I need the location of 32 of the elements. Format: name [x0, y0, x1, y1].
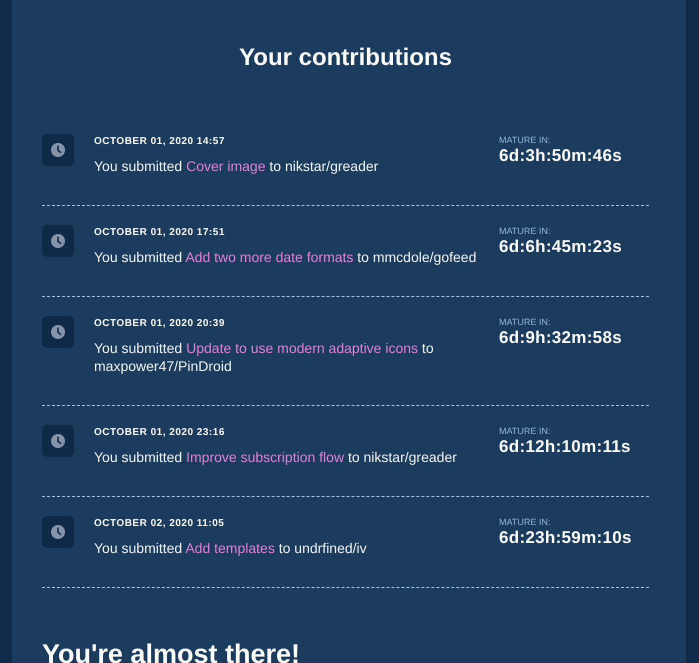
countdown-timer: 6d:23h:59m:10s — [499, 528, 633, 548]
section-title: Your contributions — [238, 43, 453, 73]
countdown-timer: 6d:9h:32m:58s — [499, 328, 623, 348]
mature-label: MATURE IN: — [499, 316, 552, 328]
submission-date: OCTOBER 01, 2020 20:39 — [94, 317, 226, 331]
submission-date: OCTOBER 02, 2020 11:05 — [94, 517, 226, 531]
clock-icon — [42, 134, 74, 166]
submission-date: OCTOBER 01, 2020 17:51 — [94, 226, 226, 240]
mature-label: MATURE IN: — [499, 516, 552, 528]
submission-text: You submitted Improve subscription flow to nikstar/greader — [94, 448, 458, 466]
countdown-timer: 6d:3h:50m:46s — [499, 146, 623, 166]
submission-text: You submitted Update to use modern adaptive icons to maxpower47/PinDroid — [94, 339, 435, 375]
submission-text: You submitted Add two more date formats to mmcdole/gofeed — [94, 248, 478, 266]
clock-icon — [42, 316, 74, 348]
pull-request-link[interactable]: Cover image — [186, 158, 266, 174]
pull-request-link[interactable]: Improve subscription flow — [186, 449, 344, 465]
countdown-timer: 6d:6h:45m:23s — [499, 237, 623, 257]
submission-text: You submitted Add templates to undrfined/iv — [94, 539, 368, 557]
mature-label: MATURE IN: — [499, 425, 552, 437]
clock-icon — [42, 225, 74, 257]
pull-request-link[interactable]: Add two more date formats — [185, 249, 354, 265]
clock-icon — [42, 425, 74, 457]
submission-date: OCTOBER 01, 2020 23:16 — [94, 426, 226, 440]
clock-icon — [42, 516, 74, 548]
pull-request-link[interactable]: Add templates — [185, 540, 275, 556]
submission-date: OCTOBER 01, 2020 14:57 — [94, 135, 226, 149]
mature-label: MATURE IN: — [499, 134, 552, 146]
pull-request-link[interactable]: Update to use modern adaptive icons — [186, 340, 418, 356]
countdown-timer: 6d:12h:10m:11s — [499, 437, 632, 457]
mature-label: MATURE IN: — [499, 225, 552, 237]
section-heading: You're almost there! — [42, 638, 301, 663]
submission-text: You submitted Cover image to nikstar/greader — [94, 157, 380, 175]
